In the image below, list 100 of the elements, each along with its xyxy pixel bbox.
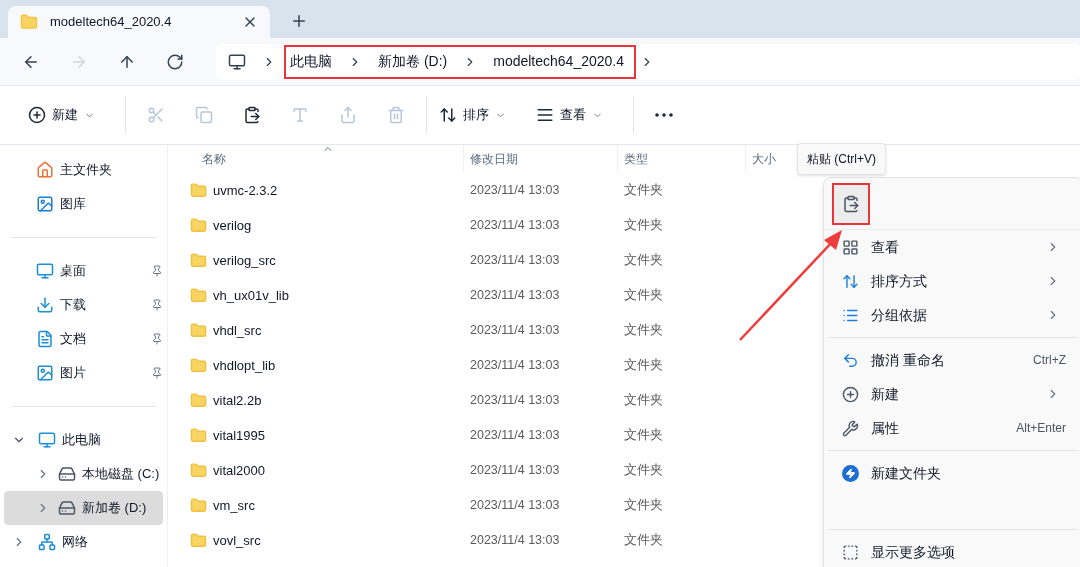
file-name: vital2.2b [213,391,262,410]
type-cell-text: 文件夹 [623,322,664,340]
file-name: vital2000 [213,461,266,480]
breadcrumb-item[interactable]: 此电脑 [290,51,332,72]
file-name: verilog_src [213,251,276,270]
shortcut-label: Ctrl+Z [1033,352,1066,369]
type-cell-text: 文件夹 [623,427,664,445]
pin-icon[interactable] [151,265,163,277]
folder-icon [190,217,207,234]
clipboard-icon [243,106,261,124]
file-name: vital1995 [213,426,266,445]
folder-icon [190,322,207,339]
menu-item[interactable]: 分组依据 [824,298,1080,332]
tree-label: 本地磁盘 (C:) [82,465,160,484]
sidebar-item[interactable]: 桌面 [0,254,167,288]
sidebar-item[interactable]: 下载 [0,288,167,322]
drive-icon [58,465,76,483]
file-row[interactable]: vm_src 2023/11/4 13:03 文件夹 [168,488,1080,523]
date-cell-text: 2023/11/4 13:03 [469,322,561,340]
tree-item[interactable]: 新加卷 (D:) [4,491,163,525]
window-tab[interactable]: modeltech64_2020.4 [8,6,270,38]
breadcrumb-item[interactable]: 新加卷 (D:) [378,51,448,72]
sidebar-item[interactable]: 主文件夹 [0,153,167,187]
menu-item[interactable]: 新建 [824,377,1080,411]
date-cell-text: 2023/11/4 13:03 [469,357,561,375]
type-cell-text: 文件夹 [623,287,664,305]
paste-button[interactable] [832,182,870,225]
type-cell-text: 文件夹 [623,217,664,235]
wrench-icon [842,419,859,437]
type-cell-text: 文件夹 [623,462,664,480]
tree-item[interactable]: 此电脑 [4,423,163,457]
computer-icon [228,52,246,71]
plus-circle-icon [842,385,859,403]
file-row[interactable]: uvmc-2.3.2 2023/11/4 13:03 文件夹 [168,173,1080,208]
date-cell-text: 2023/11/4 13:03 [469,252,561,270]
copy-icon [195,106,213,124]
menu-item[interactable]: 排序方式 [824,264,1080,298]
folder-icon [190,392,207,409]
new-icon [28,106,46,124]
date-cell-text: 2023/11/4 13:03 [469,427,561,445]
date-cell-text: 2023/11/4 13:03 [469,287,561,305]
folder-icon [190,252,207,269]
pin-icon[interactable] [151,333,163,345]
folder-icon [190,287,207,304]
address-field[interactable]: 此电脑 新加卷 (D:) modeltech64_2020.4 [216,43,1080,80]
document-icon [36,330,54,348]
lightning-icon [842,464,859,482]
column-header[interactable]: 类型 [618,145,746,172]
refresh-icon[interactable] [166,52,184,71]
sort-arrows-icon [842,272,859,290]
more-icon [655,113,673,117]
pin-icon[interactable] [151,367,163,379]
file-name: vm_src [213,496,255,515]
pin-icon[interactable] [151,299,163,311]
file-name: vhdl_src [213,321,262,340]
file-name: verilog [213,216,252,235]
sidebar-item[interactable]: 图片 [0,356,167,390]
trash-icon [387,106,405,124]
tree-item[interactable]: 网络 [4,525,163,559]
file-name: uvmc-2.3.2 [213,181,278,200]
menu-item[interactable]: 属性 Alt+Enter [824,411,1080,445]
tree-label: 网络 [62,533,88,552]
new-tab-icon[interactable] [290,12,308,30]
file-name: vh_ux01v_lib [213,286,289,305]
lines-icon [536,106,554,124]
breadcrumb-item[interactable]: modeltech64_2020.4 [493,51,624,72]
menu-item[interactable]: 显示更多选项 [824,535,1080,567]
undo-icon [842,351,859,369]
toolbar-button[interactable]: 新建 [22,97,101,133]
folder-icon [190,427,207,444]
toolbar-button[interactable]: 查看 [530,97,609,133]
drive-icon [58,499,76,517]
toolbar-button[interactable]: 排序 [433,97,512,133]
type-cell-text: 文件夹 [623,497,664,515]
menu-item[interactable]: 查看 [824,230,1080,264]
folder-icon [190,182,207,199]
sidebar-item[interactable]: 图库 [0,187,167,221]
file-name: vovl_src [213,531,261,550]
sidebar-item[interactable]: 文档 [0,322,167,356]
type-cell-text: 文件夹 [623,532,664,550]
gallery-icon [36,195,54,213]
date-cell-text: 2023/11/4 13:03 [469,532,561,550]
column-header[interactable]: 名称 [168,145,464,172]
date-cell-text: 2023/11/4 13:03 [469,462,561,480]
menu-item[interactable]: 新建文件夹 [824,456,1080,490]
date-cell-text: 2023/11/4 13:03 [469,497,561,515]
computer-icon [38,431,56,449]
clipboard-icon [842,194,860,213]
home-icon [36,161,54,179]
desktop-icon [36,262,54,280]
folder-icon [190,532,207,549]
date-cell-text: 2023/11/4 13:03 [469,392,561,410]
picture-icon [36,364,54,382]
type-cell-text: 文件夹 [623,252,664,270]
menu-item[interactable]: 撤消 重命名 Ctrl+Z [824,343,1080,377]
tree-item[interactable]: 本地磁盘 (C:) [4,457,163,491]
shortcut-label: Alt+Enter [1016,420,1066,437]
network-icon [38,533,56,551]
column-header[interactable]: 修改日期 [464,145,618,172]
type-cell-text: 文件夹 [623,182,664,200]
